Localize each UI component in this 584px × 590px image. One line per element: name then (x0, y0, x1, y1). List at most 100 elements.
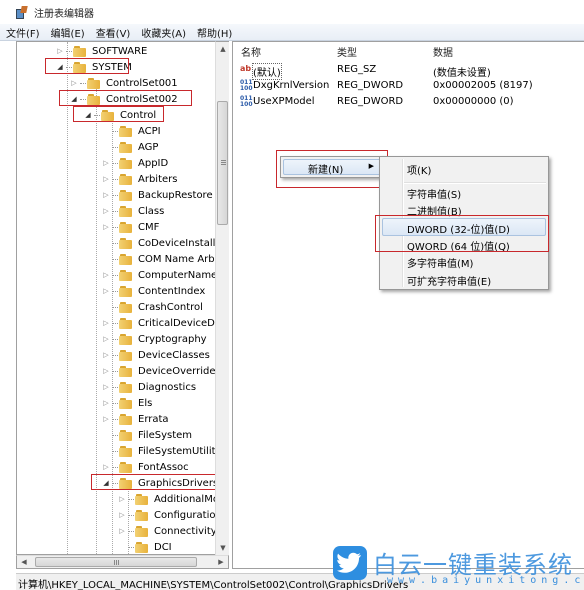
tree-node[interactable]: ▷ ComputerName (101, 267, 215, 283)
column-header-data[interactable]: 数据 (433, 44, 453, 59)
tree-node[interactable]: CrashControl (101, 299, 203, 315)
tree-node[interactable]: ▷ DeviceClasses (101, 347, 210, 363)
tree-horizontal-scrollbar[interactable]: ◀ ▶ (16, 555, 229, 569)
tree-node[interactable]: CoDeviceInstallers (101, 235, 215, 251)
tree-node[interactable]: ▷ DeviceOverrides (101, 363, 215, 379)
submenu-item-dword[interactable]: DWORD (32-位)值(D) (407, 221, 510, 236)
tree-connector (112, 386, 118, 388)
submenu-item-multi-string[interactable]: 多字符串值(M) (407, 255, 473, 270)
column-header-name[interactable]: 名称 (241, 44, 261, 59)
tree-node[interactable]: ▷ BackupRestore (101, 187, 213, 203)
tree-node[interactable]: ▷ ControlSet001 (69, 75, 178, 91)
menu-favorites[interactable]: 收藏夹(A) (141, 25, 186, 40)
collapsed-arrow-icon[interactable]: ▷ (117, 527, 127, 535)
tree-node[interactable]: ◢ GraphicsDrivers (101, 475, 215, 491)
collapsed-arrow-icon[interactable]: ▷ (101, 319, 111, 327)
collapsed-arrow-icon[interactable]: ▷ (69, 79, 79, 87)
tree-connector (112, 354, 118, 356)
submenu-item-qword[interactable]: QWORD (64 位)值(Q) (407, 238, 510, 253)
tree-node[interactable]: ▷ Els (101, 395, 152, 411)
expanded-arrow-icon[interactable]: ◢ (101, 479, 111, 487)
collapsed-arrow-icon[interactable]: ▷ (101, 271, 111, 279)
submenu-item-binary[interactable]: 二进制值(B) (407, 203, 462, 218)
collapsed-arrow-icon[interactable]: ▷ (101, 367, 111, 375)
folder-icon (119, 285, 133, 297)
menu-item-new[interactable]: 新建(N) ▶ (283, 159, 381, 176)
collapsed-arrow-icon[interactable]: ▷ (101, 463, 111, 471)
tree-connector (112, 450, 118, 452)
collapsed-arrow-icon[interactable]: ▷ (55, 47, 65, 55)
scroll-down-arrow-icon[interactable]: ▼ (216, 541, 230, 555)
tree-connector (112, 418, 118, 420)
tree-node-label: FileSystem (138, 429, 193, 441)
tree-node[interactable]: ▷ Arbiters (101, 171, 177, 187)
values-pane: 名称 类型 数据 ab (默认) REG_SZ (数值未设置) 011 100 D… (232, 41, 584, 569)
tree-node[interactable]: ▷ CriticalDeviceDatab (101, 315, 215, 331)
tree-node[interactable]: ▷ Cryptography (101, 331, 207, 347)
menu-file[interactable]: 文件(F) (6, 25, 40, 40)
hscroll-thumb[interactable] (35, 557, 197, 567)
tree-node[interactable]: FileSystemUtilities (101, 443, 215, 459)
tree-node[interactable]: ◢ SYSTEM (55, 59, 132, 75)
tree-node[interactable]: ACPI (101, 123, 161, 139)
collapsed-arrow-icon[interactable]: ▷ (101, 223, 111, 231)
collapsed-arrow-icon[interactable]: ▷ (101, 383, 111, 391)
collapsed-arrow-icon[interactable]: ▷ (101, 351, 111, 359)
scroll-thumb[interactable] (217, 101, 228, 225)
tree-node-label: ComputerName (138, 269, 215, 281)
menu-view[interactable]: 查看(V) (96, 25, 131, 40)
scroll-left-arrow-icon[interactable]: ◀ (17, 556, 31, 568)
collapsed-arrow-icon[interactable]: ▷ (101, 335, 111, 343)
folder-icon (119, 381, 133, 393)
value-type: REG_DWORD (337, 96, 404, 107)
tree-node[interactable]: ◢ Control (83, 107, 156, 123)
submenu-item-key[interactable]: 项(K) (407, 162, 431, 177)
scroll-up-arrow-icon[interactable]: ▲ (216, 42, 230, 56)
value-row[interactable]: 011 100 UseXPModel REG_DWORD 0x00000000 (… (233, 94, 583, 110)
submenu-item-expandable-string[interactable]: 可扩充字符串值(E) (407, 273, 491, 288)
string-value-icon: ab (240, 64, 252, 73)
tree-node[interactable]: ▷ AdditionalMode (117, 491, 215, 507)
tree-node[interactable]: DCI (117, 539, 172, 554)
folder-icon (119, 189, 133, 201)
expanded-arrow-icon[interactable]: ◢ (83, 111, 93, 119)
tree-node[interactable]: ▷ Errata (101, 411, 169, 427)
value-row[interactable]: 011 100 DxgKrnlVersion REG_DWORD 0x000020… (233, 78, 583, 94)
tree-node[interactable]: ▷ Connectivity (117, 523, 215, 539)
collapsed-arrow-icon[interactable]: ▷ (101, 415, 111, 423)
collapsed-arrow-icon[interactable]: ▷ (101, 287, 111, 295)
menu-edit[interactable]: 编辑(E) (51, 25, 85, 40)
collapsed-arrow-icon[interactable]: ▷ (101, 159, 111, 167)
tree-node[interactable]: ▷ SOFTWARE (55, 43, 147, 59)
tree-node[interactable]: ◢ ControlSet002 (69, 91, 178, 107)
tree-node[interactable]: ▷ Diagnostics (101, 379, 196, 395)
tree-node[interactable]: ▷ ContentIndex (101, 283, 205, 299)
collapsed-arrow-icon[interactable]: ▷ (101, 175, 111, 183)
tree-node[interactable]: COM Name Arbite (101, 251, 215, 267)
menu-help[interactable]: 帮助(H) (197, 25, 232, 40)
value-name: DxgKrnlVersion (253, 80, 330, 91)
folder-icon (101, 109, 115, 121)
collapsed-arrow-icon[interactable]: ▷ (117, 511, 127, 519)
scroll-right-arrow-icon[interactable]: ▶ (214, 556, 228, 568)
folder-icon (119, 253, 133, 265)
value-row[interactable]: ab (默认) REG_SZ (数值未设置) (233, 62, 583, 80)
collapsed-arrow-icon[interactable]: ▷ (101, 207, 111, 215)
tree-node[interactable]: ▷ FontAssoc (101, 459, 189, 475)
tree-node[interactable]: ▷ AppID (101, 155, 168, 171)
tree-node[interactable]: AGP (101, 139, 158, 155)
tree-node[interactable]: FileSystem (101, 427, 192, 443)
collapsed-arrow-icon[interactable]: ▷ (101, 399, 111, 407)
expanded-arrow-icon[interactable]: ◢ (55, 63, 65, 71)
expanded-arrow-icon[interactable]: ◢ (69, 95, 79, 103)
folder-icon (119, 205, 133, 217)
collapsed-arrow-icon[interactable]: ▷ (101, 191, 111, 199)
submenu-item-string[interactable]: 字符串值(S) (407, 186, 461, 201)
tree-vertical-scrollbar[interactable]: ▲ ▼ (215, 41, 229, 555)
tree-node[interactable]: ▷ Class (101, 203, 164, 219)
column-header-type[interactable]: 类型 (337, 44, 357, 59)
tree-node[interactable]: ▷ CMF (101, 219, 159, 235)
tree-node[interactable]: ▷ Configuration (117, 507, 215, 523)
collapsed-arrow-icon[interactable]: ▷ (117, 495, 127, 503)
tree-connector (128, 530, 134, 532)
